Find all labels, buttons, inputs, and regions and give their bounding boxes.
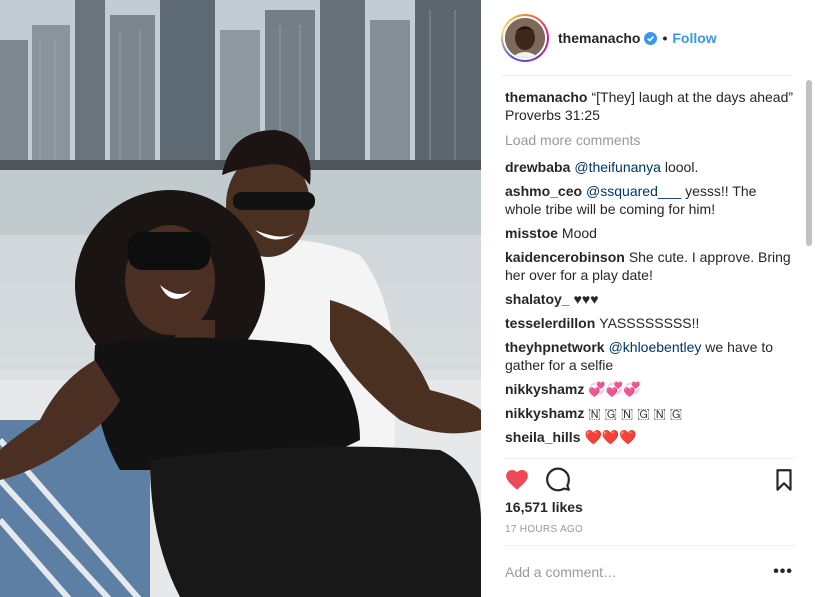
bookmark-icon [776,469,792,491]
comments-scrollbar[interactable] [805,80,813,458]
comment-mention[interactable]: @ssquared___ [586,183,681,199]
comment-username[interactable]: theyhpnetwork [505,339,605,355]
follow-button[interactable]: Follow [672,30,716,46]
post-photo[interactable] [0,0,481,597]
separator-dot: • [662,30,668,46]
post-username[interactable]: themanacho [558,30,640,46]
post-panel: themanacho • Follow themanacho “[They] la… [481,0,815,597]
comment-username[interactable]: nikkyshamz [505,381,584,397]
comment-username[interactable]: ashmo_ceo [505,183,582,199]
caption-text: “[They] laugh at the days ahead” [591,89,794,105]
comment-username[interactable]: drewbaba [505,159,570,175]
comment-text: 🇳 🇬 🇳 🇬 🇳 🇬 [588,405,683,421]
heart-filled-icon [506,470,528,490]
save-button[interactable] [771,467,797,493]
post-header: themanacho • Follow [481,0,815,76]
action-bar [505,458,795,498]
post-timestamp[interactable]: 17 HOURS AGO [505,524,583,535]
likes-count[interactable]: 16,571 likes [505,499,583,515]
comment-text: 💞💞💞 [588,381,641,397]
add-comment-bar: ••• [505,545,795,597]
comment-item: nikkyshamz 🇳 🇬 🇳 🇬 🇳 🇬 [505,404,795,422]
comment-username[interactable]: sheila_hills [505,429,580,445]
avatar[interactable] [505,18,545,58]
comment-item: drewbaba @theifunanya loool. [505,158,795,176]
comment-item: sheila_hills ❤️❤️❤️ [505,428,795,446]
comment-mention[interactable]: @khloebentley [609,339,702,355]
comment-button[interactable] [545,467,571,493]
verified-badge-icon [644,31,658,45]
comment-username[interactable]: misstoe [505,225,558,241]
comment-text: ♥♥♥ [573,291,599,307]
comment-item: nikkyshamz 💞💞💞 [505,380,795,398]
comment-bubble-icon [546,467,570,492]
caption: themanacho “[They] laugh at the days ahea… [505,88,795,124]
comment-item: kaidencerobinson She cute. I approve. Bri… [505,248,795,284]
comment-username[interactable]: tesselerdillon [505,315,595,331]
comment-item: misstoe Mood [505,224,795,242]
comment-text: loool. [660,159,699,175]
comment-mention[interactable]: @theifunanya [574,159,661,175]
comment-text: Mood [561,225,597,241]
comment-username[interactable]: kaidencerobinson [505,249,625,265]
comment-item: theyhpnetwork @khloebentley we have to ga… [505,338,795,374]
more-options-button[interactable]: ••• [773,563,793,581]
story-ring[interactable] [501,14,549,62]
comment-item: tesselerdillon YASSSSSSSS!! [505,314,795,332]
comment-item: ashmo_ceo @ssquared___ yesss!! The whole … [505,182,795,218]
load-more-comments-button[interactable]: Load more comments [505,131,795,149]
comment-input[interactable] [505,563,745,580]
comment-text: ❤️❤️❤️ [584,429,637,445]
comments-list[interactable]: themanacho “[They] laugh at the days ahea… [505,88,795,456]
comment-text: YASSSSSSSS!! [599,315,700,331]
post-image [0,0,481,597]
comment-username[interactable]: nikkyshamz [505,405,584,421]
comment-item: shalatoy_ ♥♥♥ [505,290,795,308]
like-button[interactable] [504,467,530,493]
caption-username[interactable]: themanacho [505,89,587,105]
scrollbar-thumb[interactable] [806,80,812,246]
comment-username[interactable]: shalatoy_ [505,291,570,307]
caption-reference: Proverbs 31:25 [505,107,600,123]
